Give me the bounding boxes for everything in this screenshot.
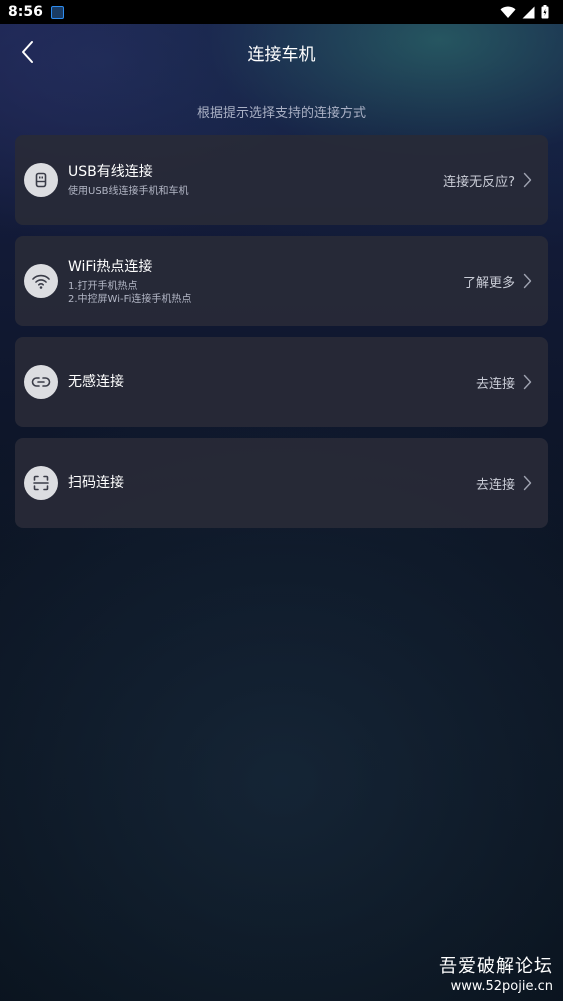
card-text: 扫码连接: [68, 473, 476, 493]
scan-icon: [33, 475, 49, 491]
link-icon: [31, 377, 51, 387]
wifi-icon: [32, 274, 50, 289]
status-right: [500, 5, 549, 19]
status-bar: 8:56: [0, 0, 563, 24]
battery-icon: [541, 5, 549, 19]
scan-connection-card[interactable]: 扫码连接 去连接: [15, 438, 548, 528]
card-subtitle: 使用USB线连接手机和车机: [68, 186, 189, 197]
signal-icon: [522, 6, 535, 18]
usb-icon: [35, 172, 47, 188]
page-title: 连接车机: [247, 45, 316, 65]
seamless-connect-link[interactable]: 去连接: [476, 373, 532, 392]
link-icon-badge: [24, 365, 58, 399]
scan-connect-link[interactable]: 去连接: [476, 474, 532, 493]
card-title: USB有线连接: [68, 164, 153, 180]
wifi-learn-more-link[interactable]: 了解更多: [463, 272, 532, 291]
scan-icon-badge: [24, 466, 58, 500]
card-title: WiFi热点连接: [68, 258, 153, 275]
nav-bar: 连接车机: [0, 24, 563, 80]
card-text: 无感连接: [68, 372, 476, 392]
app-notification-icon: [50, 5, 64, 19]
chevron-right-icon: [523, 172, 532, 188]
watermark-url: www.52pojie.cn: [450, 979, 553, 994]
watermark: 吾爱破解论坛 www.52pojie.cn: [439, 955, 553, 995]
card-title: 无感连接: [68, 374, 124, 390]
wifi-connection-card[interactable]: WiFi热点连接 1.打开手机热点 2.中控屏Wi-Fi连接手机热点 了解更多: [15, 236, 548, 326]
card-subtitle-line-1: 1.打开手机热点: [68, 280, 138, 292]
card-action-label: 连接无反应?: [443, 174, 515, 190]
card-subtitle-line-2: 2.中控屏Wi-Fi连接手机热点: [68, 293, 192, 305]
chevron-right-icon: [523, 475, 532, 491]
usb-help-link[interactable]: 连接无反应?: [443, 171, 532, 190]
card-action-label: 去连接: [475, 376, 515, 392]
connection-hint: 根据提示选择支持的连接方式: [196, 106, 366, 121]
usb-connection-card[interactable]: USB有线连接 使用USB线连接手机和车机 连接无反应?: [15, 135, 548, 225]
wifi-icon: [500, 6, 516, 18]
chevron-right-icon: [523, 273, 532, 289]
watermark-title: 吾爱破解论坛: [439, 956, 553, 977]
chevron-right-icon: [523, 374, 532, 390]
card-action-label: 去连接: [475, 477, 515, 493]
card-text: USB有线连接 使用USB线连接手机和车机: [68, 162, 443, 198]
status-left: 8:56: [8, 4, 64, 20]
status-time: 8:56: [8, 4, 43, 20]
seamless-connection-card[interactable]: 无感连接 去连接: [15, 337, 548, 427]
wifi-icon-badge: [24, 264, 58, 298]
card-title: 扫码连接: [68, 475, 124, 491]
card-action-label: 了解更多: [462, 275, 515, 291]
card-text: WiFi热点连接 1.打开手机热点 2.中控屏Wi-Fi连接手机热点: [68, 257, 463, 306]
usb-icon-badge: [24, 163, 58, 197]
